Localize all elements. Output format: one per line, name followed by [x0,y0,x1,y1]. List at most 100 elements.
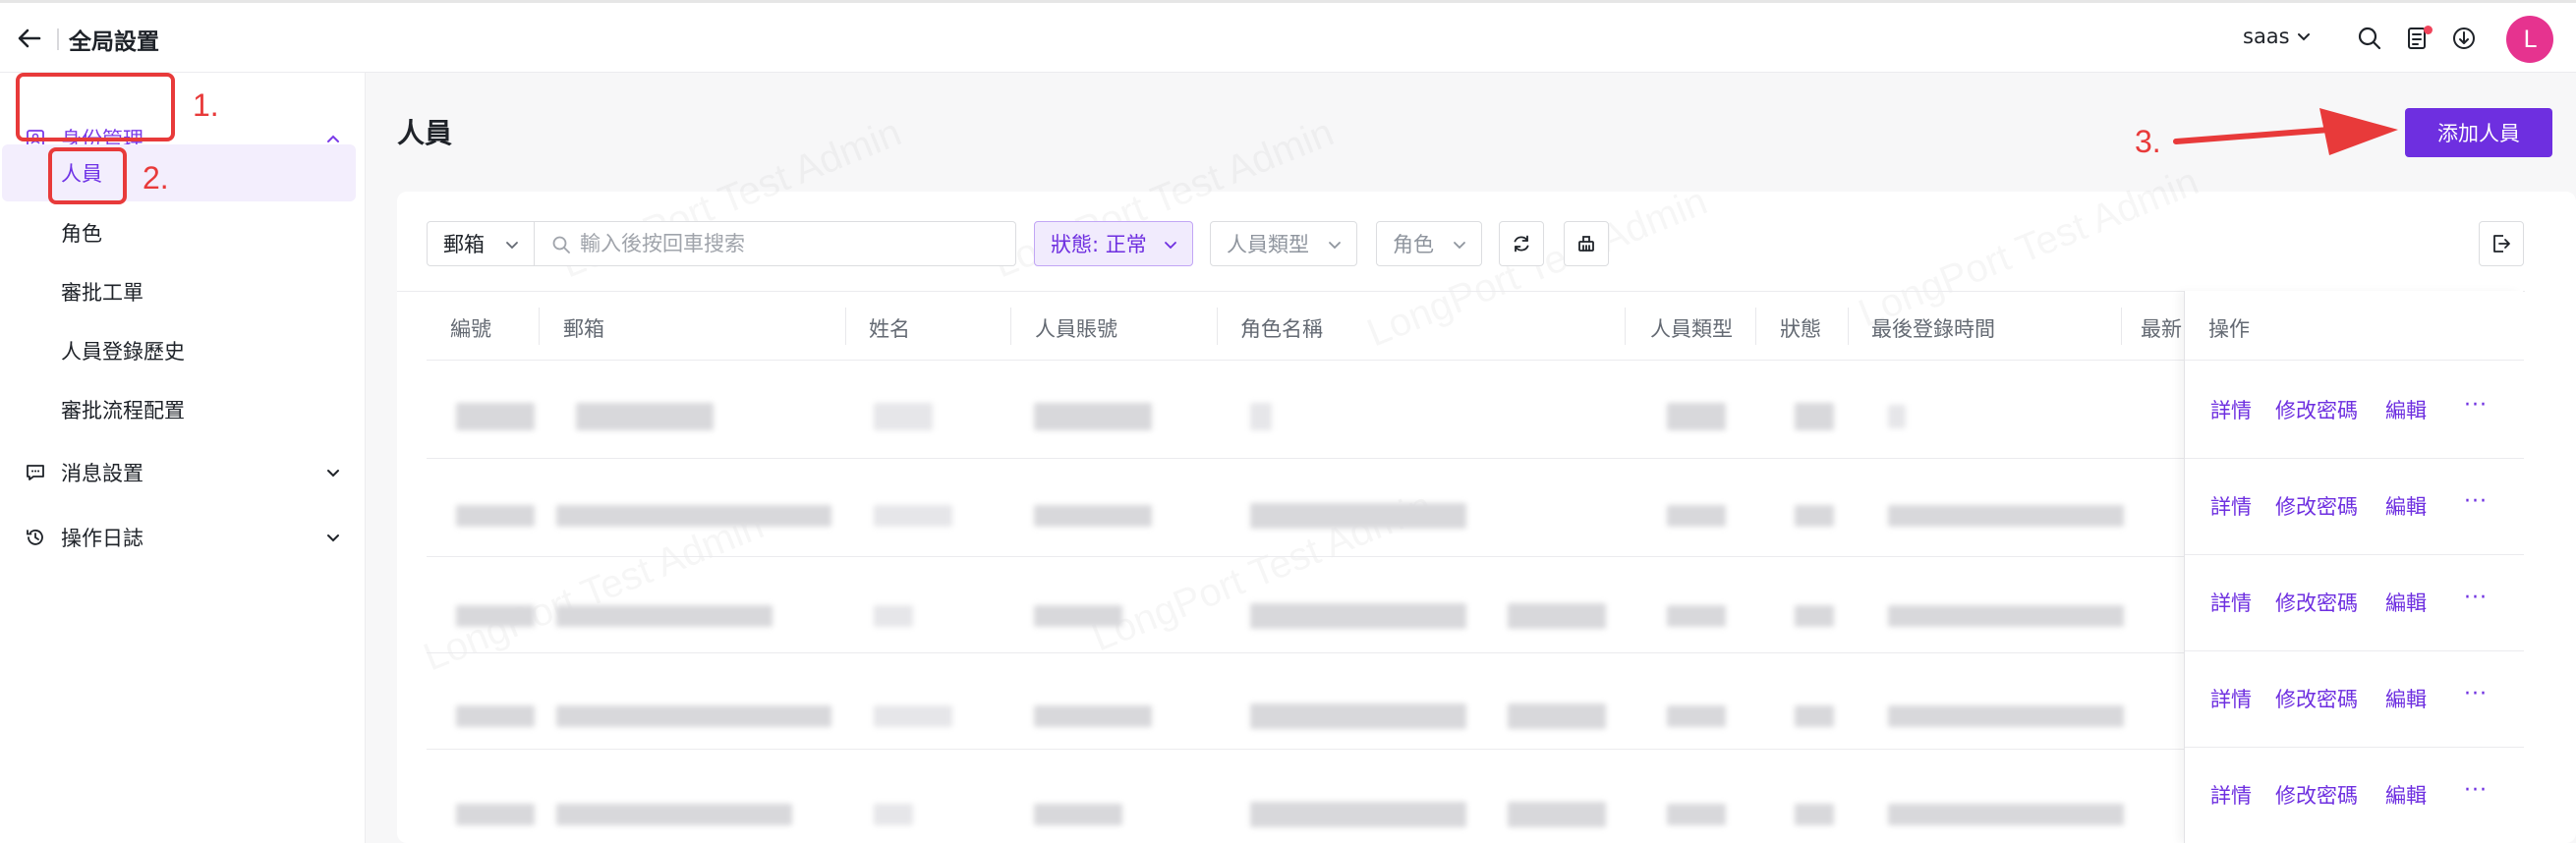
org-name: saas [2243,25,2290,48]
row-divider [2185,650,2524,651]
edit-link[interactable]: 編輯 [2385,395,2427,424]
section-title: 人員 [397,117,453,149]
more-actions-button[interactable]: ··· [2464,778,2488,803]
column-divider [539,308,540,345]
header-divider [57,28,59,50]
column-divider [1755,308,1756,345]
user-avatar[interactable]: L [2506,16,2553,63]
add-personnel-button[interactable]: 添加人員 [2405,108,2552,157]
change-password-link[interactable]: 修改密碼 [2275,395,2358,424]
more-actions-button[interactable]: ··· [2464,586,2488,610]
status-filter[interactable]: 狀態: 正常 [1034,221,1193,266]
sidebar-group-label: 消息設置 [61,462,143,485]
sidebar-item-login-history[interactable]: 人員登錄歷史 [0,322,354,379]
details-link[interactable]: 詳情 [2210,588,2252,617]
sidebar-item-label: 審批工單 [61,281,143,305]
clear-filters-button[interactable] [1564,221,1609,266]
search-field-select[interactable]: 郵箱 [427,221,535,266]
row-divider [427,652,2186,653]
sidebar-group-messages[interactable]: 消息設置 [0,446,366,499]
details-link[interactable]: 詳情 [2210,395,2252,424]
refresh-icon [1514,235,1529,253]
more-actions-button[interactable]: ··· [2464,682,2488,706]
annotation-label-3: 3. [2135,124,2161,159]
chevron-down-icon [1454,242,1465,250]
change-password-link[interactable]: 修改密碼 [2275,491,2358,521]
history-icon [27,530,43,545]
table-row[interactable] [427,688,2186,747]
search-field-value: 郵箱 [443,233,485,256]
search-icon [552,236,570,253]
chevron-down-icon [1165,242,1176,250]
column-header: 人員類型 [1650,317,1733,341]
change-password-link[interactable]: 修改密碼 [2275,780,2358,810]
row-divider [2185,554,2524,555]
column-divider [1848,308,1849,345]
edit-link[interactable]: 編輯 [2385,588,2427,617]
personnel-type-placeholder: 人員類型 [1227,233,1309,256]
column-divider [1625,308,1626,345]
refresh-button[interactable] [1499,221,1544,266]
notification-dot [2424,26,2433,34]
search-input[interactable] [580,232,1012,255]
table-row[interactable] [427,588,2186,646]
row-divider [427,749,2186,750]
role-filter-placeholder: 角色 [1393,233,1434,256]
change-password-link[interactable]: 修改密碼 [2275,588,2358,617]
annotation-arrow [2173,108,2398,155]
more-actions-button[interactable]: ··· [2464,393,2488,418]
chevron-down-icon [327,534,339,542]
download-cloud-icon[interactable] [2448,23,2480,54]
annotation-box-1 [16,73,175,141]
table-row[interactable] [427,487,2186,546]
column-header: 姓名 [869,317,910,341]
column-header: 角色名稱 [1240,317,1323,341]
column-divider [2121,308,2122,345]
actions-column: 操作 詳情 修改密碼 編輯 ··· 詳情 修改密碼 編輯 ··· 詳情 修改密碼… [2184,291,2524,843]
sidebar-group-operation-logs[interactable]: 操作日誌 [0,511,366,564]
details-link[interactable]: 詳情 [2210,684,2252,713]
column-divider [1217,308,1218,345]
status-filter-value: 狀態: 正常 [1051,233,1147,256]
sidebar-item-roles[interactable]: 角色 [0,204,354,261]
search-icon[interactable] [2354,23,2385,54]
column-header: 人員賬號 [1035,317,1117,341]
sidebar-item-approval-tickets[interactable]: 審批工單 [0,263,354,320]
page-title: 全局設置 [69,29,159,55]
row-divider [427,458,2186,459]
row-divider [2185,747,2524,748]
annotation-label-1: 1. [193,87,219,123]
export-icon [2493,235,2510,253]
table-row[interactable] [427,391,2186,450]
sidebar-item-approval-flow[interactable]: 審批流程配置 [0,381,354,438]
column-divider [845,308,846,345]
role-filter[interactable]: 角色 [1376,221,1482,266]
edit-link[interactable]: 編輯 [2385,780,2427,810]
edit-link[interactable]: 編輯 [2385,491,2427,521]
export-button[interactable] [2479,221,2524,266]
column-header: 最後登錄時間 [1871,317,1995,341]
sidebar-item-label: 人員登錄歷史 [61,340,185,364]
column-header: 最新 [2141,317,2182,341]
chevron-down-icon [2297,33,2310,41]
broom-icon [1578,236,1594,252]
column-header: 操作 [2208,317,2250,341]
sidebar-item-label: 審批流程配置 [61,399,185,422]
org-switcher[interactable]: saas [2243,25,2312,48]
personnel-type-filter[interactable]: 人員類型 [1210,221,1357,266]
row-divider [427,556,2186,557]
change-password-link[interactable]: 修改密碼 [2275,684,2358,713]
details-link[interactable]: 詳情 [2210,780,2252,810]
search-box[interactable] [535,221,1016,266]
table-header-border [2185,360,2524,361]
column-header: 狀態 [1780,317,1821,341]
annotation-label-2: 2. [143,160,169,196]
details-link[interactable]: 詳情 [2210,491,2252,521]
sidebar-group-label: 操作日誌 [61,527,143,550]
back-arrow-icon[interactable] [14,23,45,54]
more-actions-button[interactable]: ··· [2464,489,2488,514]
column-divider [1010,308,1011,345]
table-row[interactable] [427,786,2186,843]
edit-link[interactable]: 編輯 [2385,684,2427,713]
chevron-down-icon [327,470,339,478]
